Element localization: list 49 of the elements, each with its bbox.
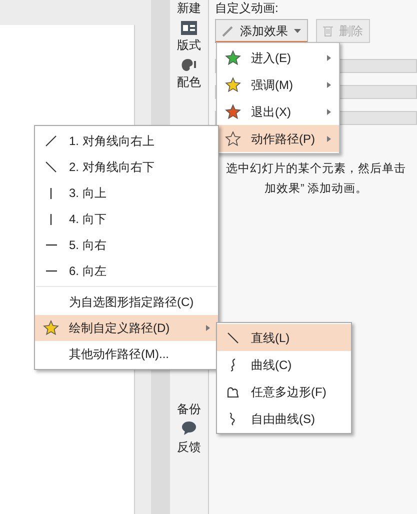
add-effect-button[interactable]: 添加效果 bbox=[215, 19, 308, 43]
diagonal-line-icon bbox=[225, 330, 241, 346]
panel-title: 自定义动画: bbox=[215, 1, 280, 15]
diagonal-line-icon bbox=[43, 159, 59, 175]
horizontal-line-icon bbox=[46, 244, 56, 246]
submenu-arrow-icon bbox=[327, 54, 331, 60]
sidebar-label[interactable]: 版式 bbox=[177, 38, 201, 52]
menu-item[interactable]: 4. 向下 bbox=[35, 206, 218, 232]
submenu-arrow-icon bbox=[206, 325, 210, 331]
sidebar-label[interactable]: 配色 bbox=[177, 75, 201, 89]
dropdown-caret-icon bbox=[294, 28, 301, 32]
horizontal-line-icon bbox=[46, 270, 56, 272]
vertical-line-icon bbox=[50, 214, 52, 224]
menu-item[interactable]: 自由曲线(S) bbox=[217, 405, 351, 432]
submenu-arrow-icon bbox=[327, 108, 331, 114]
menu-item[interactable]: 2. 对角线向右下 bbox=[35, 154, 218, 180]
menu-item[interactable]: 退出(X) bbox=[217, 98, 339, 125]
menu-item[interactable]: 动作路径(P) bbox=[217, 125, 339, 152]
menu-item[interactable]: 3. 向上 bbox=[35, 180, 218, 206]
star-path-icon bbox=[43, 320, 59, 336]
submenu-arrow-icon bbox=[327, 82, 331, 88]
submenu-arrow-icon bbox=[327, 136, 331, 142]
menu-item[interactable]: 1. 对角线向右上 bbox=[35, 128, 218, 154]
menu-item[interactable]: 6. 向左 bbox=[35, 258, 218, 284]
star-icon bbox=[225, 104, 241, 120]
sidebar-label[interactable]: 新建 bbox=[177, 1, 201, 15]
star-icon bbox=[225, 130, 241, 146]
star-icon bbox=[225, 76, 241, 92]
hint-text: 选中幻灯片的某个元素，然后单击 bbox=[226, 162, 406, 177]
palette-icon bbox=[181, 58, 197, 72]
menu-item[interactable]: 强调(M) bbox=[217, 71, 339, 98]
star-icon bbox=[225, 50, 241, 66]
layout-icon bbox=[181, 21, 197, 35]
menu-item[interactable]: 5. 向右 bbox=[35, 232, 218, 258]
vertical-line-icon bbox=[50, 188, 52, 198]
menu-item[interactable]: 绘制自定义路径(D) bbox=[35, 315, 218, 341]
sidebar-label[interactable]: 反馈 bbox=[177, 438, 201, 456]
menu-item[interactable]: 直线(L) bbox=[217, 324, 351, 351]
diagonal-line-icon bbox=[43, 133, 59, 149]
menu-item[interactable]: 为自选图形指定路径(C) bbox=[35, 289, 218, 315]
menu-item[interactable]: 进入(E) bbox=[217, 44, 339, 71]
menu-item[interactable]: 任意多边形(F) bbox=[217, 378, 351, 405]
pencil-icon bbox=[222, 24, 234, 36]
chat-icon bbox=[181, 421, 197, 435]
menu-item[interactable]: 曲线(C) bbox=[217, 351, 351, 378]
hint-text: 加效果” 添加动画。 bbox=[264, 182, 368, 197]
trash-icon bbox=[323, 25, 333, 37]
sidebar-label[interactable]: 备份 bbox=[177, 400, 201, 418]
menu-item[interactable]: 其他动作路径(M)... bbox=[35, 341, 218, 367]
